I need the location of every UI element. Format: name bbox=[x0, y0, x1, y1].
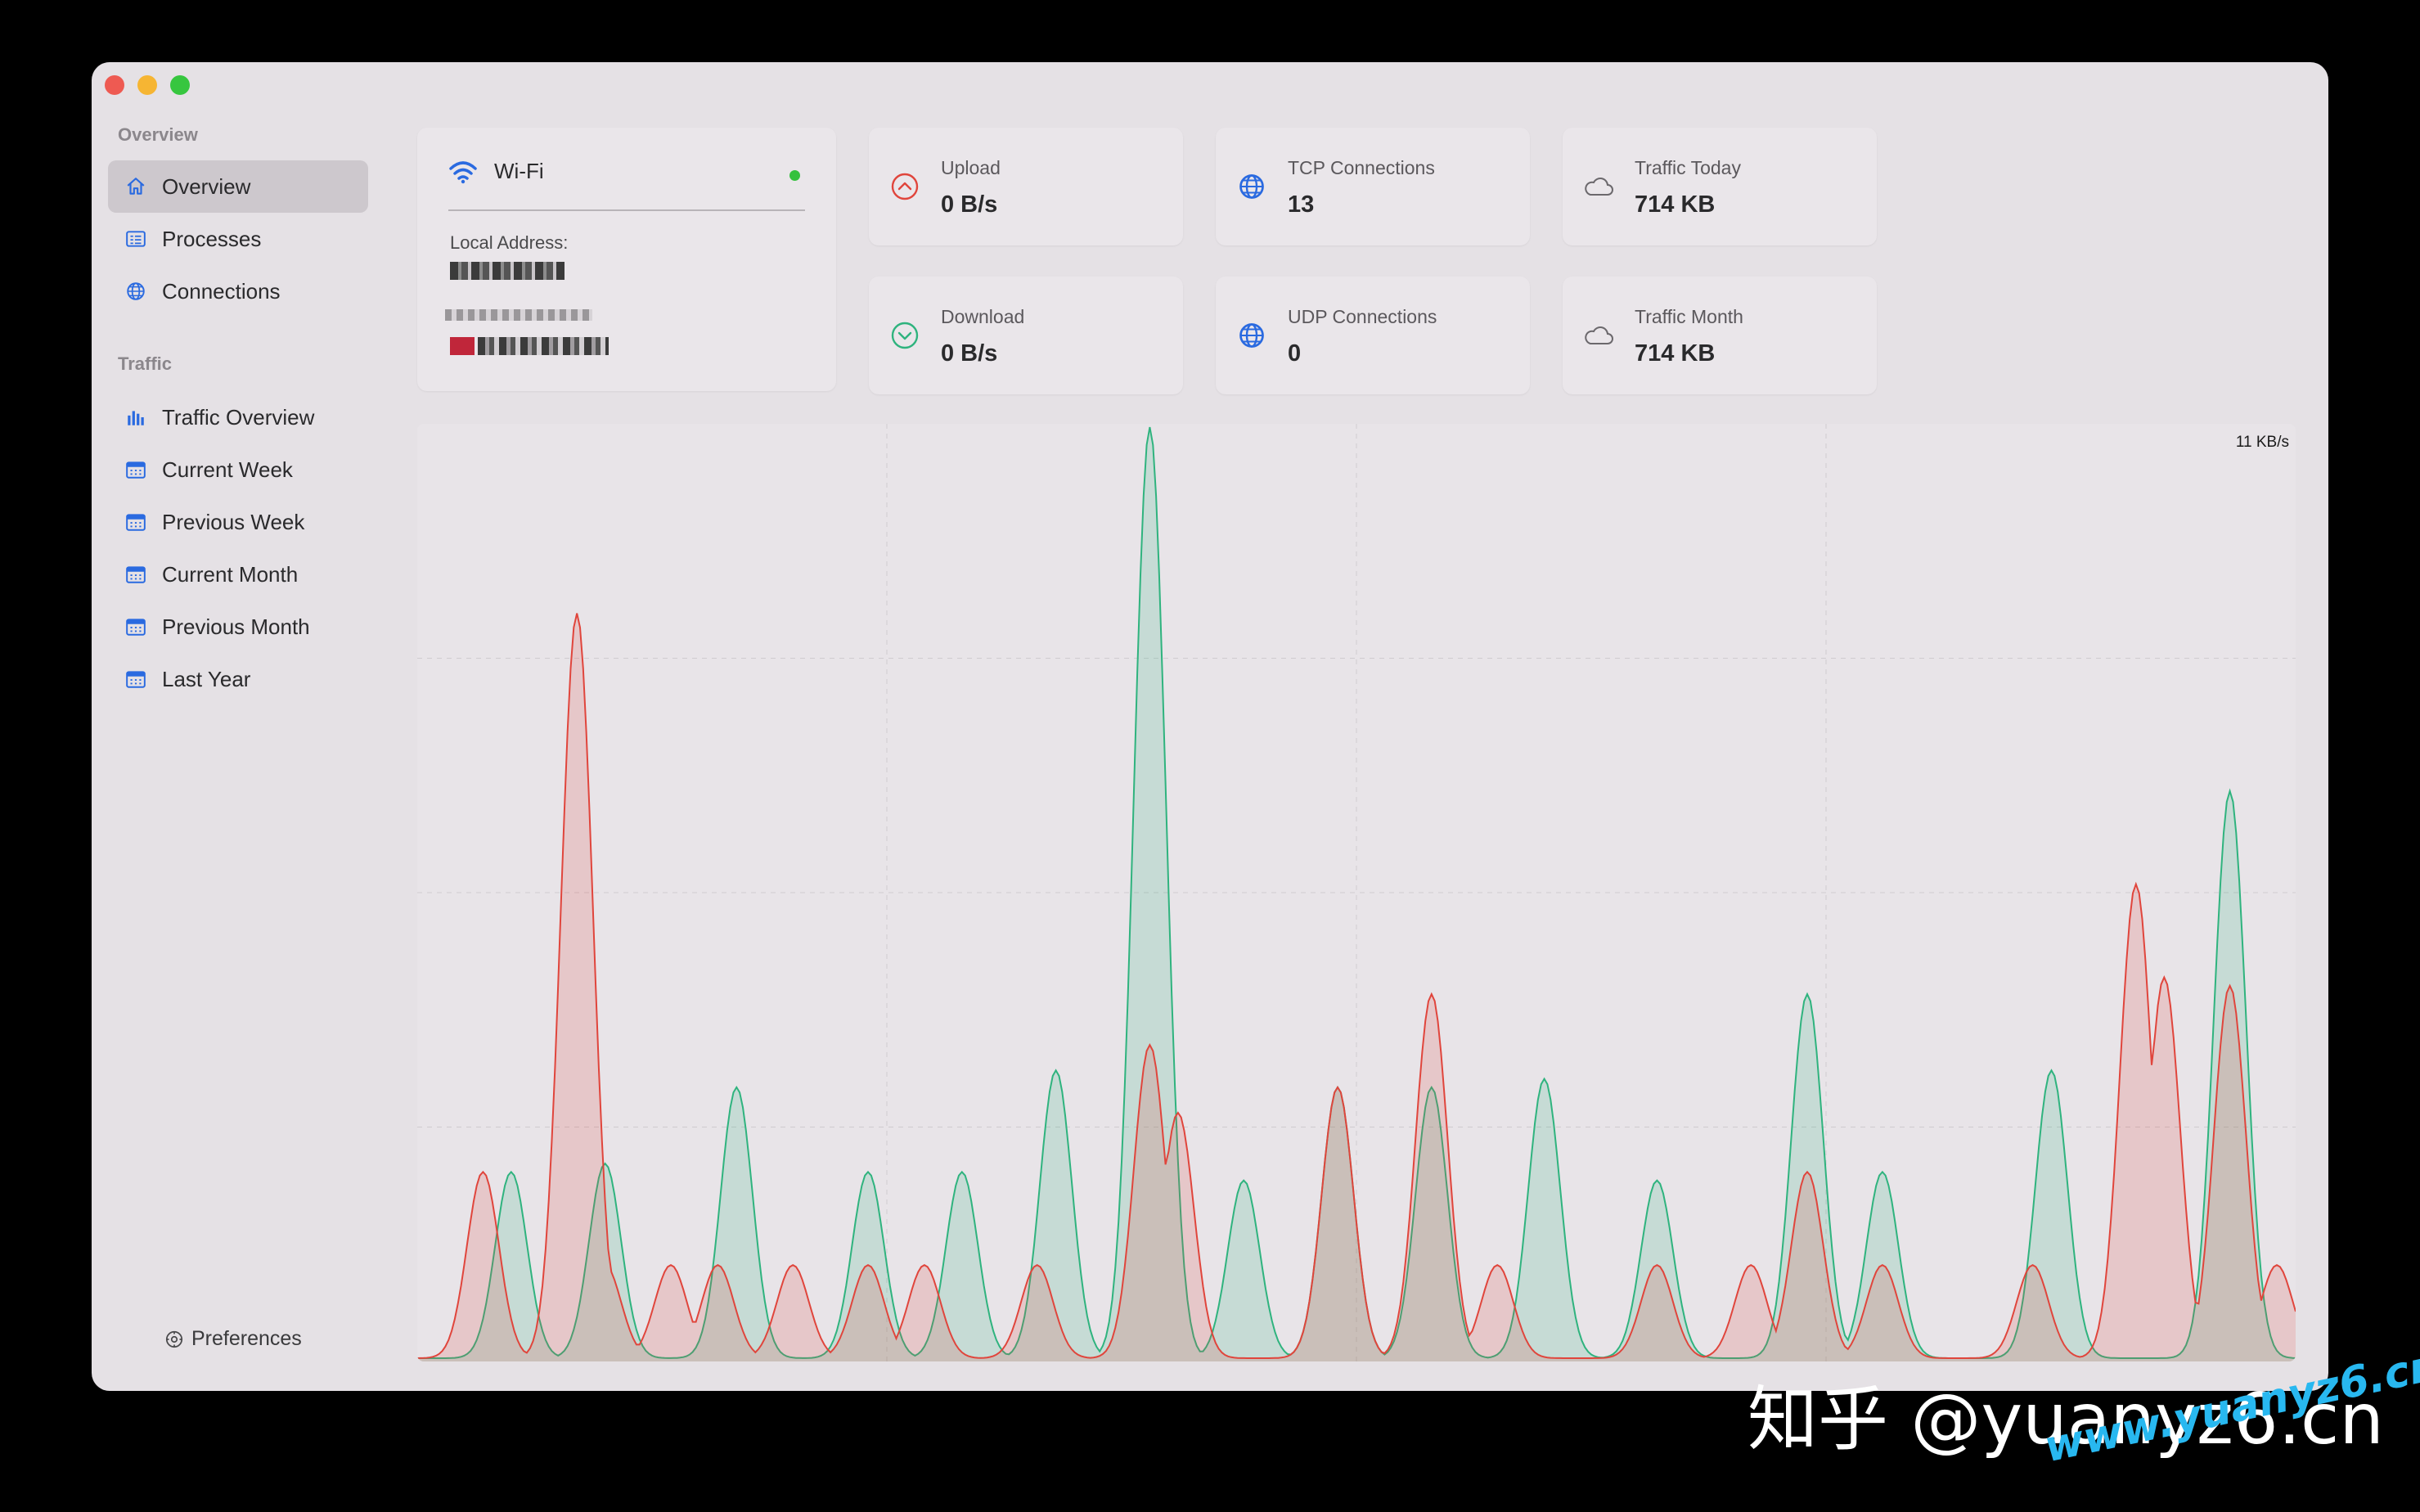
traffic-today-value: 714 KB bbox=[1635, 191, 1716, 218]
house-icon bbox=[124, 175, 147, 198]
sidebar-item-current-week[interactable]: Current Week bbox=[108, 443, 368, 496]
tcp-card: TCP Connections 13 bbox=[1216, 128, 1530, 245]
sidebar-item-traffic-overview[interactable]: Traffic Overview bbox=[108, 391, 368, 443]
sidebar-item-previous-month[interactable]: Previous Month bbox=[108, 601, 368, 653]
globe-icon bbox=[1235, 170, 1268, 203]
tcp-label: TCP Connections bbox=[1288, 157, 1435, 178]
redacted-local-address bbox=[450, 262, 565, 280]
sidebar-item-connections[interactable]: Connections bbox=[108, 265, 368, 317]
bar-chart-icon bbox=[124, 406, 147, 429]
sidebar-item-overview[interactable]: Overview bbox=[108, 160, 368, 213]
gear-icon bbox=[164, 1329, 185, 1350]
tcp-value: 13 bbox=[1288, 191, 1315, 218]
download-label: Download bbox=[941, 306, 1025, 327]
udp-card: UDP Connections 0 bbox=[1216, 277, 1530, 394]
sidebar-item-label: Overview bbox=[162, 173, 251, 199]
cloud-icon bbox=[1582, 319, 1615, 352]
arrow-down-circle-icon bbox=[888, 319, 921, 352]
traffic-today-card: Traffic Today 714 KB bbox=[1563, 128, 1877, 245]
sidebar-item-processes[interactable]: Processes bbox=[108, 213, 368, 265]
download-card: Download 0 B/s bbox=[869, 277, 1183, 394]
redacted-flag bbox=[450, 337, 475, 355]
sidebar-item-label: Processes bbox=[162, 226, 262, 251]
download-value: 0 B/s bbox=[941, 340, 998, 367]
local-address-label: Local Address: bbox=[450, 232, 569, 253]
chart-max-label: 11 KB/s bbox=[2235, 434, 2289, 451]
app-window: Overview Overview Processes Connections … bbox=[92, 62, 2328, 1391]
calendar-icon bbox=[124, 615, 147, 638]
upload-card: Upload 0 B/s bbox=[869, 128, 1183, 245]
status-indicator bbox=[789, 170, 800, 181]
redacted-public-address bbox=[478, 337, 609, 355]
divider bbox=[448, 209, 805, 211]
traffic-today-label: Traffic Today bbox=[1635, 157, 1741, 178]
globe-icon bbox=[1235, 319, 1268, 352]
globe-icon bbox=[124, 280, 147, 303]
sidebar: Overview Overview Processes Connections … bbox=[92, 62, 378, 1391]
network-name: Wi-Fi bbox=[494, 159, 544, 183]
redacted-label bbox=[445, 309, 592, 321]
preferences-label: Preferences bbox=[191, 1327, 302, 1350]
udp-value: 0 bbox=[1288, 340, 1302, 367]
sidebar-item-label: Connections bbox=[162, 278, 281, 304]
traffic-chart: 11 KB/s bbox=[417, 424, 2296, 1361]
list-icon bbox=[124, 227, 147, 250]
preferences-button[interactable]: Preferences bbox=[164, 1327, 302, 1351]
wifi-icon bbox=[448, 160, 478, 184]
sidebar-item-label: Traffic Overview bbox=[162, 404, 315, 430]
udp-label: UDP Connections bbox=[1288, 306, 1437, 327]
sidebar-item-current-month[interactable]: Current Month bbox=[108, 548, 368, 601]
calendar-icon bbox=[124, 458, 147, 481]
traffic-month-card: Traffic Month 714 KB bbox=[1563, 277, 1877, 394]
calendar-icon bbox=[124, 563, 147, 586]
network-card: Wi-Fi Local Address: bbox=[417, 128, 836, 391]
calendar-icon bbox=[124, 511, 147, 533]
sidebar-item-previous-week[interactable]: Previous Week bbox=[108, 496, 368, 548]
upload-label: Upload bbox=[941, 157, 1001, 178]
traffic-chart-svg bbox=[417, 424, 2296, 1361]
sidebar-section-overview: Overview bbox=[118, 124, 198, 145]
traffic-month-value: 714 KB bbox=[1635, 340, 1716, 367]
sidebar-item-label: Current Week bbox=[162, 457, 293, 482]
calendar-icon bbox=[124, 668, 147, 691]
sidebar-item-label: Previous Week bbox=[162, 509, 305, 534]
sidebar-section-traffic: Traffic bbox=[118, 353, 173, 374]
arrow-up-circle-icon bbox=[888, 170, 921, 203]
traffic-month-label: Traffic Month bbox=[1635, 306, 1743, 327]
sidebar-item-label: Current Month bbox=[162, 561, 299, 587]
sidebar-item-last-year[interactable]: Last Year bbox=[108, 653, 368, 705]
sidebar-item-label: Last Year bbox=[162, 666, 251, 691]
cloud-icon bbox=[1582, 170, 1615, 203]
sidebar-item-label: Previous Month bbox=[162, 614, 310, 639]
upload-value: 0 B/s bbox=[941, 191, 998, 218]
